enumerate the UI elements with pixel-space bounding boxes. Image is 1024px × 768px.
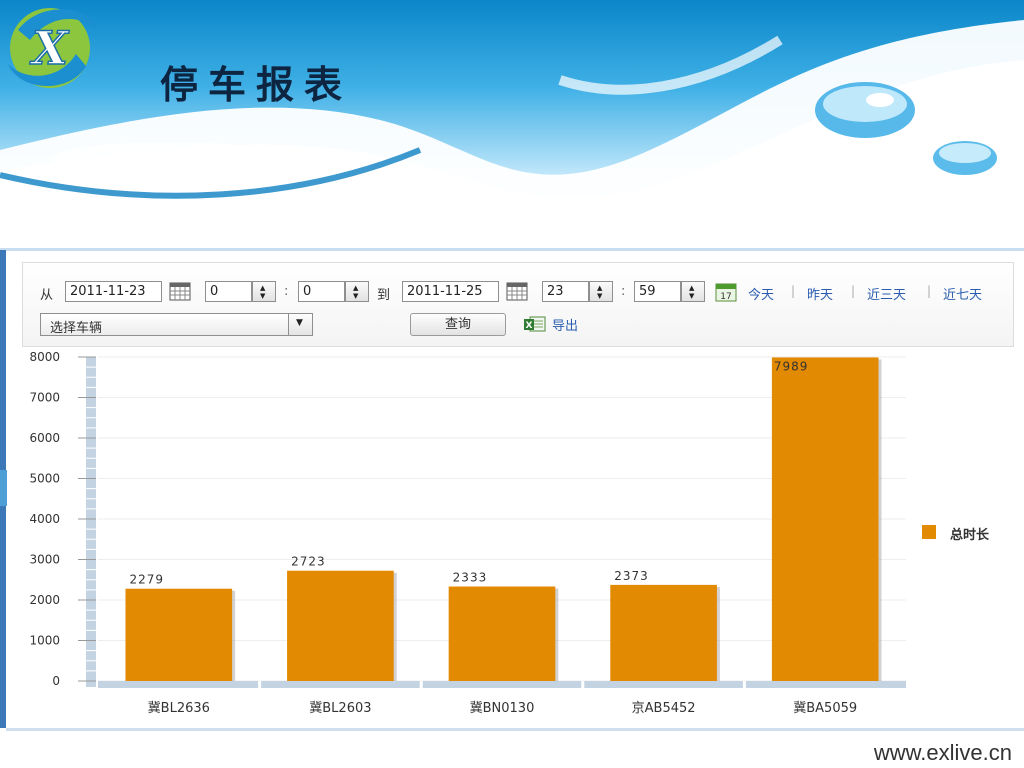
bar-data-label: 2333 — [453, 571, 488, 585]
bar — [771, 357, 879, 681]
y-tick-label: 0 — [52, 674, 60, 688]
x-tick-label: 冀BL2636 — [148, 700, 210, 716]
x-tick-label: 冀BN0130 — [470, 700, 535, 716]
bar — [287, 570, 394, 681]
y-tick-label: 2000 — [29, 593, 60, 607]
y-tick-label: 6000 — [29, 431, 60, 445]
x-tick-label: 京AB5452 — [632, 701, 696, 716]
y-tick-label: 7000 — [29, 391, 60, 405]
y-tick-label: 5000 — [29, 472, 60, 486]
bar — [448, 586, 556, 681]
y-tick-label: 4000 — [29, 512, 60, 526]
y-tick-label: 3000 — [29, 553, 60, 567]
legend-label: 总时长 — [950, 528, 990, 543]
bar — [610, 584, 717, 681]
bar-data-label: 2723 — [291, 555, 326, 569]
x-tick-label: 冀BA5059 — [793, 700, 857, 716]
x-tick-label: 冀BL2603 — [309, 700, 371, 716]
bar-data-label: 2373 — [614, 569, 649, 583]
bar-data-label: 7989 — [774, 359, 809, 373]
legend-swatch — [922, 525, 936, 539]
y-tick-label: 1000 — [29, 634, 60, 648]
footer-url: www.exlive.cn — [873, 740, 1012, 765]
bar — [125, 588, 233, 681]
x-axis-track — [98, 681, 906, 688]
y-tick-label: 8000 — [29, 350, 60, 364]
bar-data-label: 2279 — [129, 573, 164, 587]
parking-duration-bar-chart: 0 1000 2000 3000 4000 5000 6000 7000 8000 2279 冀BL… — [29, 350, 906, 716]
y-axis-track — [86, 357, 96, 687]
